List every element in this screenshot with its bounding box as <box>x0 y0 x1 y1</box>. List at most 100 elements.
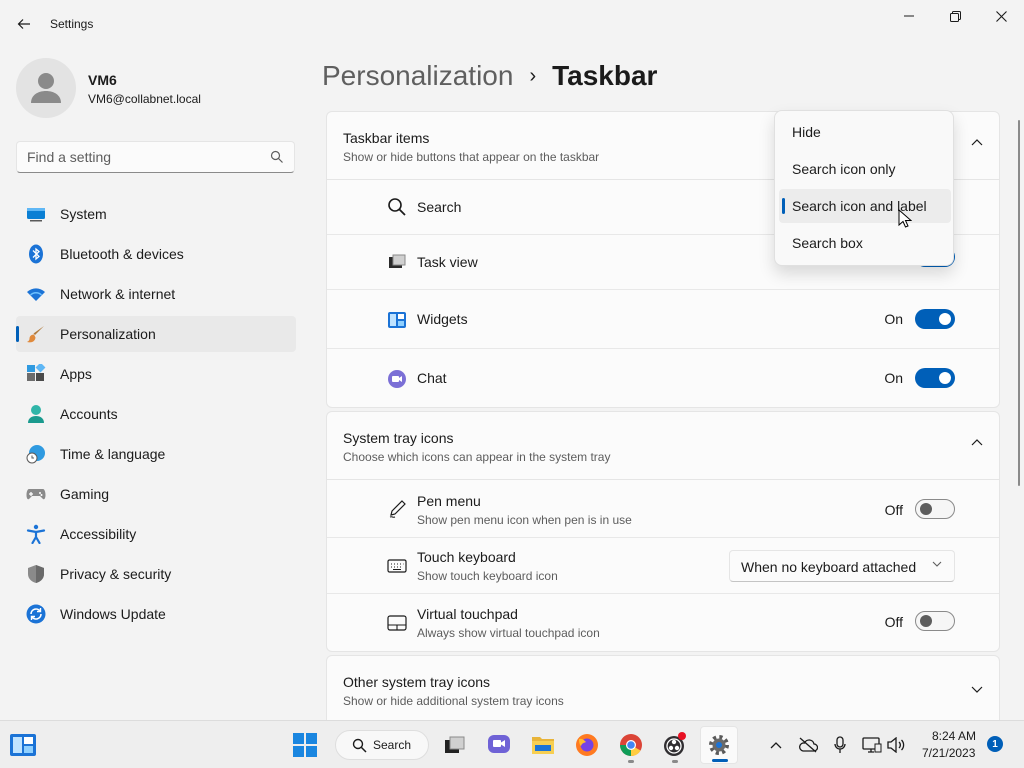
sidebar-item-system[interactable]: System <box>16 196 296 232</box>
minimize-icon <box>904 15 914 17</box>
running-indicator <box>672 760 678 763</box>
row-description: Always show virtual touchpad icon <box>417 626 600 640</box>
sidebar-item-label: Apps <box>60 366 92 382</box>
clock-date: 7/21/2023 <box>922 746 976 760</box>
mouse-cursor-icon <box>898 209 912 228</box>
network-tray-icon[interactable] <box>862 735 882 755</box>
row-label: Touch keyboard <box>417 549 516 565</box>
option-label: Search icon only <box>792 161 896 177</box>
row-label: Task view <box>417 254 478 270</box>
sidebar-item-privacy[interactable]: Privacy & security <box>16 556 296 592</box>
flyout-option-search-icon-and-label[interactable]: Search icon and label <box>779 189 951 223</box>
option-label: Search box <box>792 235 863 251</box>
search-icon[interactable] <box>270 150 284 164</box>
chevron-up-icon <box>770 742 782 749</box>
microphone-icon <box>834 736 846 753</box>
settings-taskbar-button[interactable] <box>700 726 738 764</box>
section-title: System tray icons <box>343 430 454 446</box>
keyboard-icon <box>387 559 407 573</box>
back-arrow-icon <box>17 19 30 29</box>
firefox-icon <box>576 734 598 756</box>
widgets-toggle[interactable] <box>915 309 955 329</box>
onedrive-tray-icon[interactable] <box>798 735 818 755</box>
chat-taskbar-button[interactable] <box>480 726 518 764</box>
scrollbar[interactable] <box>1018 120 1020 486</box>
clock-time: 8:24 AM <box>932 729 977 743</box>
breadcrumb-parent[interactable]: Personalization <box>322 60 513 92</box>
dropdown-value: When no keyboard attached <box>741 559 917 575</box>
sidebar-item-accessibility[interactable]: Accessibility <box>16 516 296 552</box>
row-label: Pen menu <box>417 493 481 509</box>
close-button[interactable] <box>978 0 1024 32</box>
sidebar-item-network[interactable]: Network & internet <box>16 276 296 312</box>
row-label: Widgets <box>417 311 468 327</box>
virtual-touchpad-toggle[interactable] <box>915 611 955 631</box>
chat-toggle[interactable] <box>915 368 955 388</box>
settings-search[interactable] <box>16 141 295 173</box>
row-label: Chat <box>417 370 447 386</box>
sidebar-item-label: System <box>60 206 107 222</box>
sidebar-item-time-language[interactable]: Time & language <box>16 436 296 472</box>
widgets-taskbar-button[interactable] <box>4 726 42 764</box>
toggle-state-text: Off <box>884 614 903 630</box>
section-title: Other system tray icons <box>343 674 491 690</box>
microphone-tray-icon[interactable] <box>830 735 850 755</box>
pen-menu-toggle[interactable] <box>915 499 955 519</box>
folder-icon <box>532 737 554 754</box>
avatar <box>16 58 76 118</box>
sidebar-item-windows-update[interactable]: Windows Update <box>16 596 296 632</box>
sidebar-item-label: Accounts <box>60 406 118 422</box>
toggle-state-text: Off <box>884 502 903 518</box>
row-description: Show pen menu icon when pen is in use <box>417 513 632 527</box>
widgets-icon <box>10 734 36 756</box>
gear-icon <box>709 735 729 755</box>
back-button[interactable] <box>10 10 38 38</box>
minimize-button[interactable] <box>886 0 932 32</box>
user-email: VM6@collabnet.local <box>88 92 201 106</box>
restore-icon <box>949 10 961 22</box>
restore-button[interactable] <box>932 0 978 32</box>
task-view-icon <box>389 254 406 268</box>
obs-button[interactable] <box>656 726 694 764</box>
sidebar-item-personalization[interactable]: Personalization <box>16 316 296 352</box>
sidebar-item-gaming[interactable]: Gaming <box>16 476 296 512</box>
chevron-right-icon: › <box>529 64 537 87</box>
flyout-option-search-icon-only[interactable]: Search icon only <box>779 152 951 186</box>
sidebar-item-label: Network & internet <box>60 286 176 302</box>
section-subtitle: Show or hide additional system tray icon… <box>343 694 564 708</box>
cloud-off-icon <box>799 737 818 753</box>
show-hidden-icons-button[interactable] <box>766 735 786 755</box>
search-mode-flyout: Hide Search icon only Search icon and la… <box>774 110 954 266</box>
sidebar-item-label: Windows Update <box>60 606 166 622</box>
chrome-button[interactable] <box>612 726 650 764</box>
page-title: Taskbar <box>552 60 658 91</box>
row-description: Show touch keyboard icon <box>417 569 558 583</box>
toggle-knob <box>920 615 932 627</box>
widgets-icon <box>388 312 406 328</box>
sidebar-item-bluetooth[interactable]: Bluetooth & devices <box>16 236 296 272</box>
start-button[interactable] <box>286 726 324 764</box>
option-label: Hide <box>792 124 821 140</box>
pen-menu-row: Pen menu Show pen menu icon when pen is … <box>327 480 999 538</box>
flyout-option-search-box[interactable]: Search box <box>779 226 951 260</box>
file-explorer-button[interactable] <box>524 726 562 764</box>
volume-tray-icon[interactable] <box>886 735 906 755</box>
user-profile[interactable]: VM6 VM6@collabnet.local <box>16 58 296 118</box>
other-tray-card[interactable]: Other system tray icons Show or hide add… <box>326 655 1000 725</box>
accounts-icon <box>28 405 44 423</box>
touch-keyboard-dropdown[interactable]: When no keyboard attached <box>729 550 955 582</box>
sidebar-item-accounts[interactable]: Accounts <box>16 396 296 432</box>
sidebar-item-apps[interactable]: Apps <box>16 356 296 392</box>
brush-icon <box>27 326 44 343</box>
search-input[interactable] <box>27 149 257 165</box>
system-tray-header[interactable]: System tray icons Choose which icons can… <box>327 412 999 480</box>
flyout-option-hide[interactable]: Hide <box>779 115 951 149</box>
notification-badge[interactable]: 1 <box>987 736 1003 752</box>
touchpad-icon <box>387 615 407 631</box>
sidebar-item-label: Accessibility <box>60 526 137 542</box>
task-view-button[interactable] <box>436 726 474 764</box>
firefox-button[interactable] <box>568 726 606 764</box>
chat-icon <box>388 370 406 388</box>
windows-taskbar: Search 8:24 AM 7/21/2023 <box>0 720 1024 768</box>
taskbar-search[interactable]: Search <box>335 730 429 760</box>
